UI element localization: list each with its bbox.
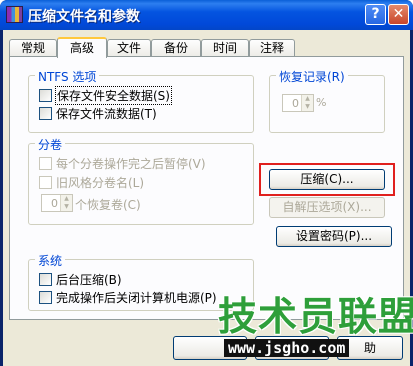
sfx-options-button[interactable]: 自解压选项(X)... (269, 197, 385, 218)
recovery-volumes-spinner[interactable]: 0 ▲ ▼ (41, 194, 73, 212)
old-style-names-label: 旧风格分卷名(L) (56, 175, 145, 190)
watermark-url: www.jsgho.com (224, 339, 350, 357)
spinner-arrows[interactable]: ▲ ▼ (60, 195, 72, 211)
old-style-names-checkbox[interactable]: 旧风格分卷名(L) (39, 174, 144, 190)
percent-label: % (316, 96, 327, 109)
site-watermark: 技术员联盟 www.jsgho.com (188, 286, 413, 366)
recovery-record-value[interactable]: 0 (283, 97, 301, 110)
recovery-record-spinner[interactable]: 0 ▲ ▼ (282, 94, 314, 112)
checkbox-box[interactable] (39, 272, 52, 286)
tab-time[interactable]: 时间 (201, 39, 249, 57)
pause-after-volume-checkbox[interactable]: 每个分卷操作完之后暂停(V) (39, 155, 206, 171)
close-button[interactable]: ✕ (388, 4, 409, 25)
password-highlight-box (259, 163, 395, 196)
spinner-arrows[interactable]: ▲ ▼ (301, 95, 313, 111)
tab-comment[interactable]: 注释 (249, 39, 295, 57)
save-security-label: 保存文件安全数据(S) (55, 85, 172, 105)
recovery-volumes-value[interactable]: 0 (42, 197, 60, 210)
recovery-record-label: 恢复记录(R) (276, 68, 348, 85)
split-volumes-group: 分卷 每个分卷操作完之后暂停(V) 旧风格分卷名(L) 0 ▲ ▼ 个恢复卷(C) (28, 136, 254, 225)
save-streams-label: 保存文件流数据(T) (56, 106, 157, 121)
watermark-logo: 技术员联盟 (218, 295, 413, 340)
window-title: 压缩文件名和参数 (28, 9, 140, 25)
tab-general[interactable]: 常规 (9, 39, 57, 57)
dialog-window: 压缩文件名和参数 ? ✕ 常规 高级 文件 备份 时间 注释 NTFS 选项 保… (0, 0, 413, 366)
ntfs-group-label: NTFS 选项 (35, 68, 100, 85)
pause-after-volume-label: 每个分卷操作完之后暂停(V) (56, 156, 206, 171)
help-button[interactable]: ? (365, 4, 386, 25)
tab-advanced[interactable]: 高级 (57, 37, 107, 58)
tab-files[interactable]: 文件 (107, 39, 151, 57)
recovery-volumes-label: 个恢复卷(C) (75, 198, 141, 212)
checkbox-box[interactable] (39, 106, 52, 120)
checkbox-box[interactable] (39, 88, 52, 102)
save-streams-checkbox[interactable]: 保存文件流数据(T) (39, 105, 157, 121)
recovery-record-group: 恢复记录(R) 0 ▲ ▼ % (269, 68, 385, 133)
background-compress-label: 后台压缩(B) (56, 272, 122, 287)
checkbox-box[interactable] (39, 290, 52, 304)
title-bar[interactable]: 压缩文件名和参数 ? ✕ (0, 0, 413, 30)
background-compress-checkbox[interactable]: 后台压缩(B) (39, 271, 122, 287)
set-password-button[interactable]: 设置密码(P)... (276, 226, 392, 247)
tab-backup[interactable]: 备份 (151, 39, 201, 57)
checkbox-box[interactable] (39, 156, 52, 170)
save-security-checkbox[interactable]: 保存文件安全数据(S) (39, 85, 172, 105)
ntfs-options-group: NTFS 选项 保存文件安全数据(S) 保存文件流数据(T) (28, 68, 254, 133)
split-group-label: 分卷 (35, 136, 66, 153)
checkbox-box[interactable] (39, 175, 52, 189)
winrar-app-icon (6, 6, 23, 23)
system-group-label: 系统 (35, 252, 66, 269)
